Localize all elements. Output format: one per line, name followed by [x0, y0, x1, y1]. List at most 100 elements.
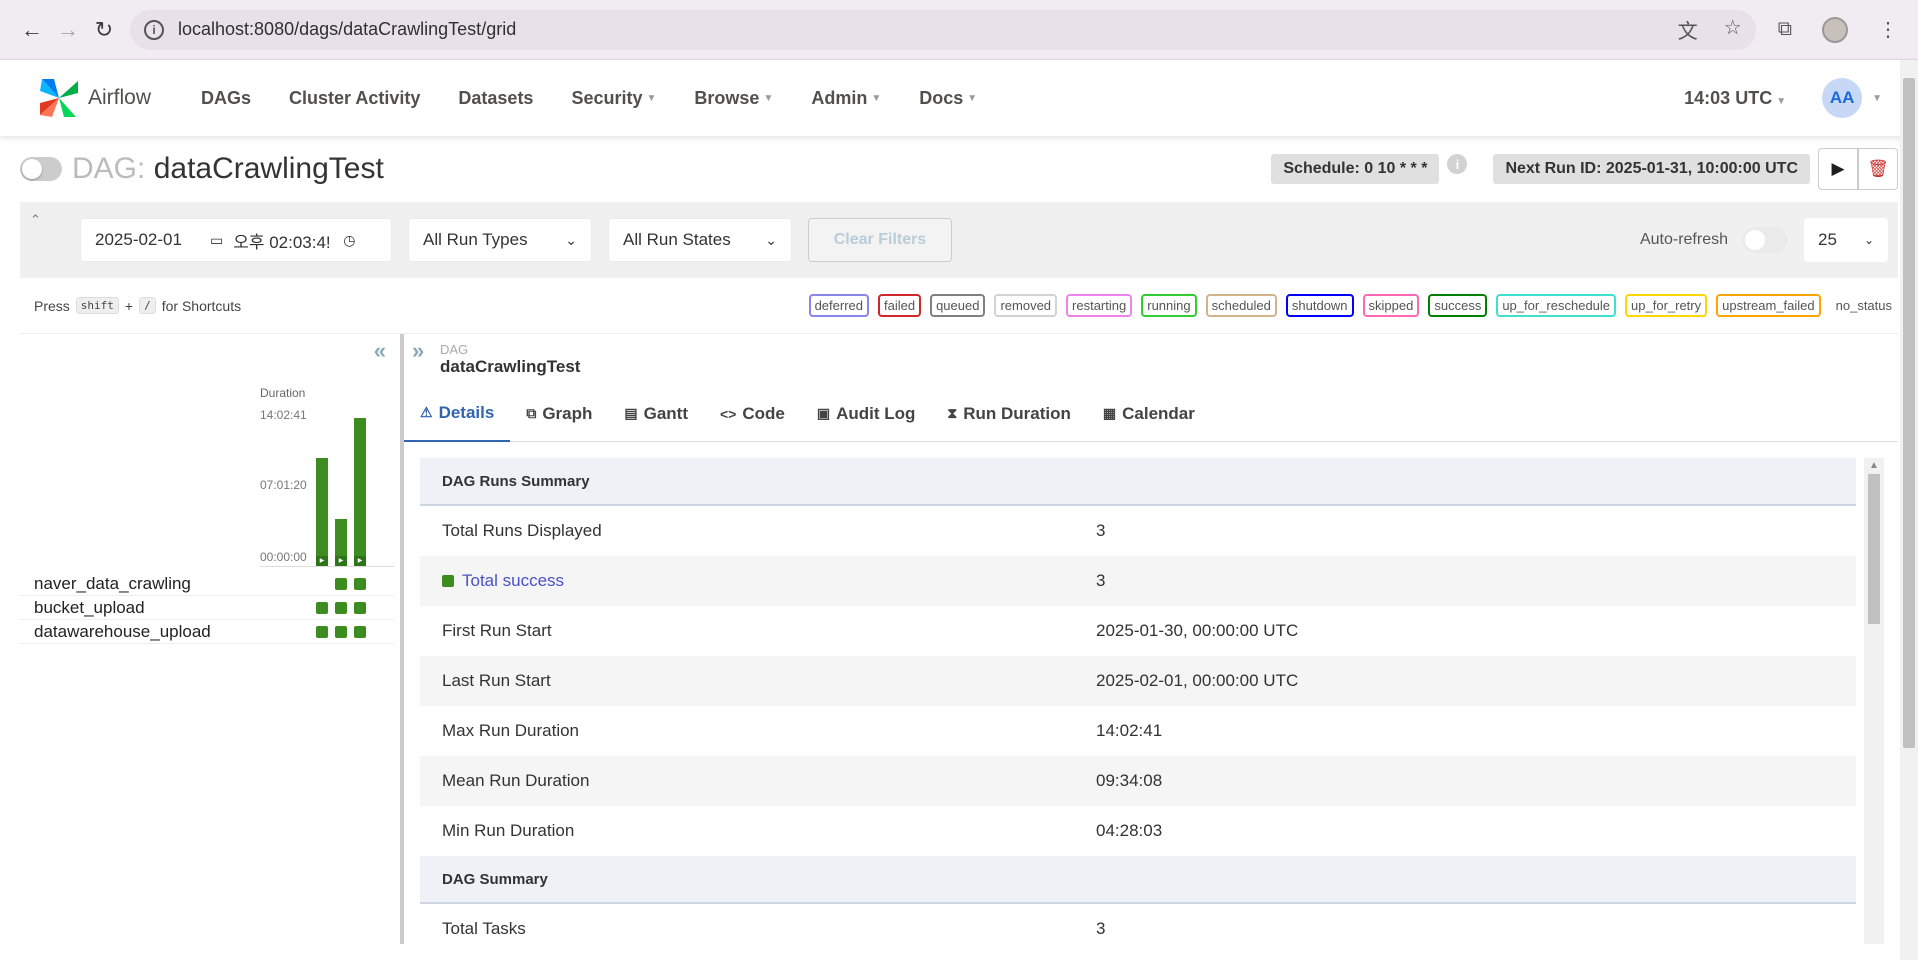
nav-item-browse[interactable]: Browse ▼	[694, 88, 773, 109]
nav-item-admin[interactable]: Admin ▼	[811, 88, 881, 109]
task-instance-success[interactable]	[335, 602, 347, 614]
tab-label: Details	[438, 402, 495, 422]
forward-arrow-icon[interactable]: →	[50, 12, 86, 48]
page-size-select[interactable]: 25 ⌄	[1804, 218, 1888, 262]
detail-row: Mean Run Duration 09:34:08	[420, 756, 1856, 806]
tab-run-duration[interactable]: ⧗ Run Duration	[931, 386, 1086, 442]
page-scrollbar-thumb[interactable]	[1903, 78, 1915, 748]
duration-bar[interactable]	[354, 418, 366, 566]
details-tabs: ⚠ Details ⧉ Graph ▤ Gantt <> Code ▣ Audit Log ⧗ Run…	[404, 386, 1898, 442]
state-badge-failed[interactable]: failed	[877, 294, 922, 317]
gantt-icon: ▤	[624, 405, 638, 421]
collapse-up-icon[interactable]: ⌃	[30, 212, 41, 228]
task-instance-success[interactable]	[354, 602, 366, 614]
state-badge-queued[interactable]: queued	[930, 294, 986, 317]
extensions-icon[interactable]: ⧉	[1778, 18, 1792, 41]
user-menu[interactable]: AA ▼	[1822, 78, 1882, 118]
task-row[interactable]: naver_data_crawling	[20, 572, 394, 596]
state-badge-shutdown[interactable]: shutdown	[1285, 294, 1354, 317]
task-instance-success[interactable]	[335, 578, 347, 590]
delete-dag-button[interactable]: 🗑	[1858, 148, 1898, 190]
detail-value: 04:28:03	[1096, 821, 1163, 840]
reload-icon[interactable]: ↻	[86, 12, 122, 48]
state-badge-running[interactable]: running	[1141, 294, 1197, 317]
total-success-link[interactable]: Total success	[442, 571, 1096, 591]
auto-refresh-toggle[interactable]	[1742, 227, 1788, 253]
task-instance-success[interactable]	[354, 626, 366, 638]
duration-label: Duration	[260, 386, 306, 400]
page-scrollbar[interactable]	[1900, 60, 1918, 960]
task-instance-success[interactable]	[335, 626, 347, 638]
tab-gantt[interactable]: ▤ Gantt	[608, 386, 704, 442]
clock-dropdown[interactable]: 14:03 UTC ▼	[1684, 88, 1786, 109]
run-type-select[interactable]: All Run Types ⌄	[408, 218, 592, 262]
state-legend: deferred failed queued removed restarting run…	[808, 294, 1898, 317]
dag-pause-toggle[interactable]	[20, 157, 62, 181]
task-row[interactable]: bucket_upload	[20, 596, 394, 620]
airflow-logo[interactable]: Airflow	[36, 75, 151, 121]
breadcrumb: DAG dataCrawlingTest	[440, 342, 580, 377]
user-avatar[interactable]: AA	[1822, 78, 1863, 118]
nav-item-dags[interactable]: DAGs	[201, 88, 251, 109]
state-badge-deferred[interactable]: deferred	[808, 294, 869, 317]
state-badge-no-status[interactable]: no_status	[1829, 294, 1898, 317]
tab-details[interactable]: ⚠ Details	[404, 386, 511, 442]
nav-item-label: DAGs	[201, 87, 252, 108]
task-instance-success[interactable]	[316, 602, 328, 614]
tab-label: Calendar	[1122, 403, 1195, 423]
tab-graph[interactable]: ⧉ Graph	[510, 386, 608, 442]
tab-calendar[interactable]: ▦ Calendar	[1087, 386, 1211, 442]
clock-text: 14:03 UTC	[1684, 87, 1773, 108]
state-badge-up-for-reschedule[interactable]: up_for_reschedule	[1496, 294, 1617, 317]
state-badge-restarting[interactable]: restarting	[1066, 294, 1133, 317]
nav-item-cluster-activity[interactable]: Cluster Activity	[289, 88, 420, 109]
address-bar[interactable]: i localhost:8080/dags/dataCrawlingTest/g…	[130, 9, 1756, 50]
state-badge-success[interactable]: success	[1428, 294, 1488, 317]
expand-panel-icon[interactable]: »	[412, 338, 424, 364]
date-value: 2025-02-01	[95, 230, 182, 249]
site-info-icon[interactable]: i	[144, 19, 164, 40]
clear-filters-button[interactable]: Clear Filters	[808, 218, 952, 262]
trigger-dag-button[interactable]: ▶	[1818, 148, 1858, 190]
state-badge-scheduled[interactable]: scheduled	[1205, 294, 1277, 317]
scrollbar-thumb[interactable]	[1868, 474, 1880, 624]
back-arrow-icon[interactable]: ←	[14, 12, 50, 48]
nav-item-docs[interactable]: Docs ▼	[919, 88, 977, 109]
task-row[interactable]: datawarehouse_upload	[20, 620, 394, 644]
state-badge-removed[interactable]: removed	[994, 294, 1058, 317]
run-state-select[interactable]: All Run States ⌄	[608, 218, 792, 262]
scroll-up-icon[interactable]: ▲	[1869, 460, 1879, 471]
task-instance-success[interactable]	[354, 578, 366, 590]
clock-icon[interactable]: ◷	[343, 232, 355, 249]
run-duration-icon: ⧗	[947, 405, 958, 421]
bookmark-star-icon[interactable]: ☆	[1724, 15, 1742, 44]
menu-kebab-icon[interactable]: ⋮	[1878, 17, 1898, 42]
tab-audit-log[interactable]: ▣ Audit Log	[801, 386, 932, 442]
chart-baseline	[260, 566, 394, 567]
detail-key: Min Run Duration	[442, 821, 575, 840]
url-text[interactable]: localhost:8080/dags/dataCrawlingTest/gri…	[178, 19, 516, 40]
detail-key: Max Run Duration	[442, 721, 580, 740]
nav-item-security[interactable]: Security ▼	[571, 88, 656, 109]
tab-code[interactable]: <> Code	[704, 386, 801, 442]
task-instance-success[interactable]	[316, 626, 328, 638]
nav-item-datasets[interactable]: Datasets	[458, 88, 533, 109]
duration-bar[interactable]	[316, 458, 328, 566]
state-badge-upstream-failed[interactable]: upstream_failed	[1716, 294, 1821, 317]
caret-down-icon: ▼	[1776, 95, 1787, 107]
play-icon: ▶	[1831, 159, 1845, 178]
state-badge-up-for-retry[interactable]: up_for_retry	[1625, 294, 1708, 317]
detail-value: 2025-01-30, 00:00:00 UTC	[1096, 621, 1299, 640]
base-date-input[interactable]: 2025-02-01 ▭ 오후 02:03:4! ◷	[80, 218, 392, 262]
duration-tick: 00:00:00	[260, 550, 307, 564]
details-scrollbar[interactable]: ▲	[1864, 458, 1884, 944]
info-icon[interactable]: i	[1447, 154, 1468, 174]
calendar-icon[interactable]: ▭	[210, 232, 223, 249]
collapse-panel-icon[interactable]: «	[374, 338, 386, 364]
state-badge-skipped[interactable]: skipped	[1362, 294, 1420, 317]
chevron-down-icon: ⌄	[1863, 233, 1874, 247]
dag-summary-heading: DAG Summary	[420, 856, 1856, 904]
breadcrumb-title[interactable]: dataCrawlingTest	[440, 357, 580, 377]
profile-avatar[interactable]	[1822, 16, 1848, 43]
translate-icon[interactable]: ⽂	[1678, 15, 1698, 44]
